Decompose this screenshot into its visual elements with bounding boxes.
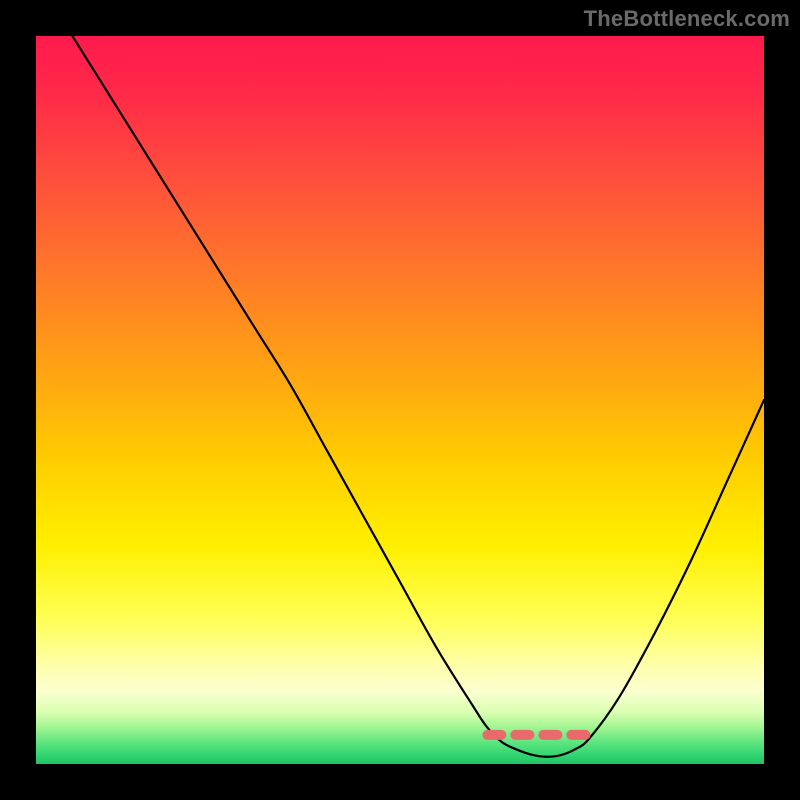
watermark-text: TheBottleneck.com	[584, 6, 790, 32]
chart-svg	[36, 36, 764, 764]
chart-container: TheBottleneck.com	[0, 0, 800, 800]
curve-line	[72, 36, 764, 757]
plot-area	[36, 36, 764, 764]
